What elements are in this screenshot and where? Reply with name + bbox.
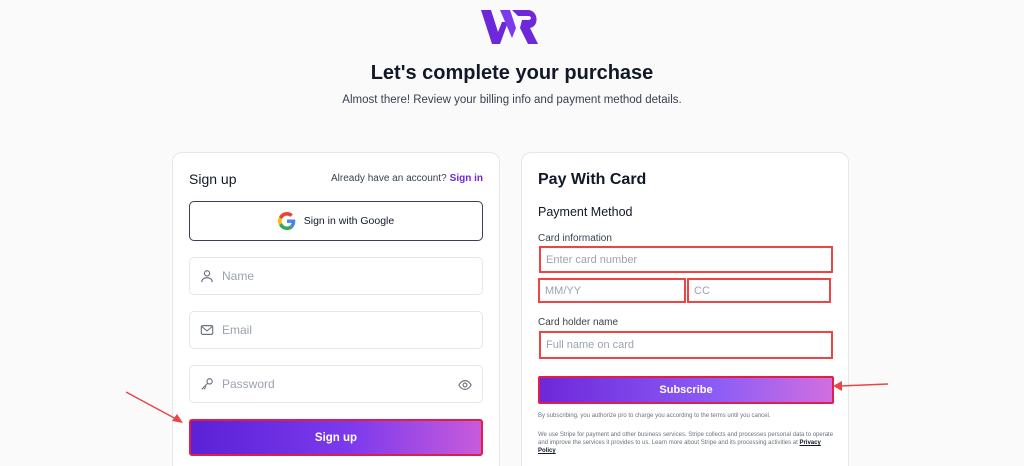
signin-link[interactable]: Sign in <box>450 173 483 184</box>
signup-button[interactable]: Sign up <box>189 419 483 456</box>
mail-icon <box>200 325 214 335</box>
eye-icon[interactable] <box>458 378 472 392</box>
card-info-label: Card information <box>538 233 612 244</box>
payment-method-label: Payment Method <box>538 205 633 219</box>
payment-card: Pay With Card Payment Method Card inform… <box>521 152 849 466</box>
signup-heading: Sign up <box>189 171 237 187</box>
terms-text: By subscribing, you authorize pro to cha… <box>538 413 771 419</box>
password-field[interactable] <box>189 365 483 403</box>
annotation-arrow-subscribe <box>833 381 889 391</box>
email-field[interactable] <box>189 311 483 349</box>
card-number-field[interactable] <box>539 246 833 273</box>
name-field[interactable] <box>189 257 483 295</box>
user-icon <box>201 270 213 283</box>
cvc-input[interactable] <box>694 284 829 297</box>
already-account-text: Already have an account? Sign in <box>331 173 483 184</box>
expiry-input[interactable] <box>545 284 684 297</box>
stripe-notice: We use Stripe for payment and other busi… <box>538 431 834 455</box>
card-holder-label: Card holder name <box>538 317 619 328</box>
name-input[interactable] <box>222 269 422 283</box>
card-holder-input[interactable] <box>546 339 831 351</box>
expiry-field[interactable] <box>538 278 686 303</box>
google-signin-label: Sign in with Google <box>303 215 395 227</box>
page-subtitle: Almost there! Review your billing info a… <box>342 94 682 106</box>
card-number-input[interactable] <box>546 253 831 266</box>
google-icon <box>277 212 296 230</box>
annotation-arrow-signup <box>125 391 183 423</box>
already-account-label: Already have an account? <box>331 173 447 184</box>
signup-card: Sign up Already have an account? Sign in … <box>172 152 500 466</box>
cvc-field[interactable] <box>687 278 831 303</box>
card-holder-field[interactable] <box>539 331 833 359</box>
key-icon <box>201 378 213 390</box>
subscribe-button[interactable]: Subscribe <box>538 376 834 404</box>
email-input[interactable] <box>222 323 422 337</box>
stripe-notice-text: We use Stripe for payment and other busi… <box>538 432 834 446</box>
payment-heading: Pay With Card <box>538 171 647 188</box>
password-input[interactable] <box>222 377 422 391</box>
page-title: Let's complete your purchase <box>370 62 654 84</box>
brand-logo <box>481 10 538 44</box>
google-signin-button[interactable]: Sign in with Google <box>189 201 483 241</box>
checkout-page: Let's complete your purchase Almost ther… <box>0 0 1024 466</box>
